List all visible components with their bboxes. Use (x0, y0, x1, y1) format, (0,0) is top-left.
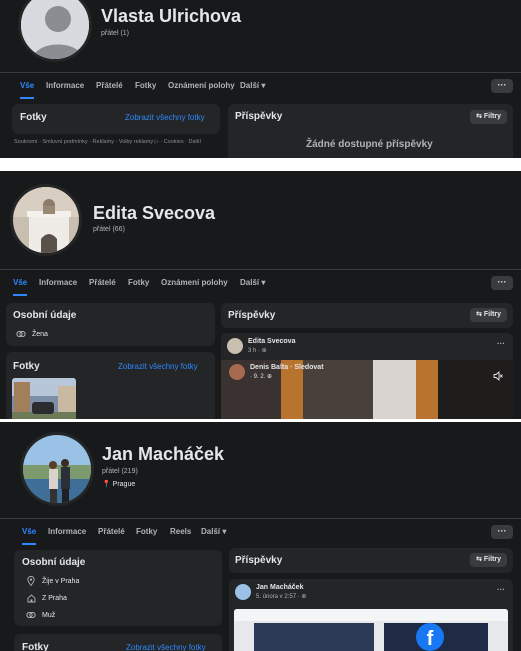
home-icon (26, 593, 36, 603)
detail-text: Muž (42, 611, 56, 619)
details-title: Osobní údaje (22, 557, 86, 568)
profile-avatar-default[interactable] (18, 0, 92, 62)
gender-icon (26, 610, 36, 620)
view-all-photos-link[interactable]: Zobrazit všechny fotky (118, 362, 198, 371)
photos-card: Fotky Zobrazit všechny fotky (14, 634, 222, 651)
mute-icon[interactable] (493, 368, 503, 386)
tab-photos[interactable]: Fotky (128, 270, 149, 296)
details-title: Osobní údaje (13, 310, 77, 321)
tab-photos[interactable]: Fotky (135, 73, 156, 99)
profile-name: Jan Macháček (102, 444, 225, 464)
profile-panel-edita: Edita Svecova přátel (66) Vše Informace … (0, 171, 521, 419)
posts-card: Příspěvky ⇆ Filtry Žádné dostupné příspě… (228, 104, 513, 158)
view-all-photos-link[interactable]: Zobrazit všechny fotky (126, 643, 206, 651)
tab-all[interactable]: Vše (13, 270, 28, 296)
tab-more[interactable]: Další ▾ (240, 270, 265, 296)
tab-info[interactable]: Informace (48, 519, 86, 545)
post-time[interactable]: 3 h · ⊕ (248, 347, 295, 354)
profile-tabs: Vše Informace Přátelé Fotky Oznámení pol… (0, 269, 521, 296)
profile-panel-vlasta: Vlasta Ulrichova přátel (1) Vše Informac… (0, 0, 521, 158)
post-author-name[interactable]: Jan Macháček (256, 584, 306, 591)
post-author-avatar[interactable] (235, 584, 251, 600)
tab-friends[interactable]: Přátelé (89, 270, 116, 296)
default-user-icon (21, 0, 89, 59)
filters-button[interactable]: ⇆ Filtry (470, 308, 507, 322)
friends-count[interactable]: přátel (1) (101, 30, 129, 37)
tab-more[interactable]: Další ▾ (201, 519, 226, 545)
location-icon (26, 576, 36, 586)
tab-checkins[interactable]: Oznámení polohy (161, 270, 228, 296)
profile-tabs: Vše Informace Přátelé Fotky Reels Další … (0, 518, 521, 545)
post-author: Jan Macháček 5. února v 2:57 · ⊕ (235, 584, 306, 600)
detail-lives-in: Žije v Praha (26, 576, 79, 586)
gender-icon (16, 329, 26, 339)
detail-gender: Muž (26, 610, 55, 620)
photo-thumbnail[interactable] (12, 378, 76, 419)
shared-video[interactable]: Denis Balta · Sledovat · 9. 2. ⊕ (221, 360, 513, 419)
shared-post-author: Denis Balta · Sledovat · 9. 2. ⊕ (229, 364, 324, 380)
post-card: Jan Macháček 5. února v 2:57 · ⊕ ··· f (229, 579, 513, 651)
detail-gender: Žena (16, 329, 48, 339)
tab-friends[interactable]: Přátelé (98, 519, 125, 545)
tab-all[interactable]: Vše (22, 519, 37, 545)
profile-name: Edita Svecova (93, 203, 216, 223)
post-image[interactable]: f (234, 609, 508, 651)
tab-info[interactable]: Informace (46, 73, 84, 99)
tab-checkins[interactable]: Oznámení polohy (168, 73, 235, 99)
couple-lake-photo (23, 435, 91, 503)
post-author-name[interactable]: Edita Svecova (248, 338, 295, 345)
post-options-icon[interactable]: ··· (497, 339, 505, 348)
post-image-content: f (234, 609, 508, 651)
photos-title: Fotky (22, 642, 49, 651)
filters-button[interactable]: ⇆ Filtry (470, 110, 507, 124)
post-author-avatar[interactable] (227, 338, 243, 354)
detail-text: Žena (32, 330, 48, 338)
photos-card: Fotky Zobrazit všechny fotky (6, 352, 215, 419)
more-options-button[interactable]: ··· (491, 79, 513, 93)
svg-text:f: f (427, 628, 434, 650)
shared-author-avatar[interactable] (229, 364, 245, 380)
shared-author-name[interactable]: Denis Balta · Sledovat (250, 364, 324, 371)
tab-friends[interactable]: Přátelé (96, 73, 123, 99)
posts-title: Příspěvky (235, 111, 283, 122)
detail-text: Z Praha (42, 594, 67, 602)
friends-count[interactable]: přátel (219) (102, 468, 138, 475)
posts-header-card: Příspěvky ⇆ Filtry (221, 303, 513, 328)
detail-from: Z Praha (26, 593, 67, 603)
view-all-photos-link[interactable]: Zobrazit všechny fotky (125, 113, 205, 122)
location-label: 📍 Prague (102, 481, 136, 488)
tab-more[interactable]: Další ▾ (240, 73, 265, 99)
posts-title: Příspěvky (235, 555, 283, 566)
footer-links[interactable]: Soukromí · Smluvní podmínky · Reklamy · … (14, 139, 214, 146)
tab-all[interactable]: Vše (20, 73, 35, 99)
post-card: Edita Svecova 3 h · ⊕ ··· Denis Balta · … (221, 333, 513, 419)
profile-name: Vlasta Ulrichova (101, 6, 242, 26)
posts-header-card: Příspěvky ⇆ Filtry (229, 548, 513, 573)
post-options-icon[interactable]: ··· (497, 585, 505, 594)
personal-details-card: Osobní údaje Žije v Praha Z Praha Muž (14, 550, 222, 626)
more-options-button[interactable]: ··· (491, 525, 513, 539)
tab-reels[interactable]: Reels (170, 519, 191, 545)
more-options-button[interactable]: ··· (491, 276, 513, 290)
profile-avatar-photo[interactable] (10, 184, 82, 256)
profile-panel-jan: Jan Macháček přátel (219) 📍 Prague Vše I… (0, 422, 521, 651)
filters-button[interactable]: ⇆ Filtry (470, 553, 507, 567)
profile-avatar-photo[interactable] (20, 432, 94, 506)
photos-title: Fotky (20, 112, 47, 123)
photos-card: Fotky Zobrazit všechny fotky (12, 104, 220, 134)
profile-tabs: Vše Informace Přátelé Fotky Oznámení pol… (0, 72, 521, 99)
photos-title: Fotky (13, 361, 40, 372)
no-posts-message: Žádné dostupné příspěvky (306, 139, 433, 150)
cat-house-photo (13, 187, 79, 253)
shared-post-time[interactable]: · 9. 2. ⊕ (250, 373, 324, 380)
tab-photos[interactable]: Fotky (136, 519, 157, 545)
posts-title: Příspěvky (228, 310, 276, 321)
friends-count[interactable]: přátel (66) (93, 226, 125, 233)
personal-details-card: Osobní údaje Žena (6, 303, 215, 346)
post-time[interactable]: 5. února v 2:57 · ⊕ (256, 593, 306, 600)
post-author: Edita Svecova 3 h · ⊕ (227, 338, 295, 354)
detail-text: Žije v Praha (42, 577, 80, 585)
tab-info[interactable]: Informace (39, 270, 77, 296)
